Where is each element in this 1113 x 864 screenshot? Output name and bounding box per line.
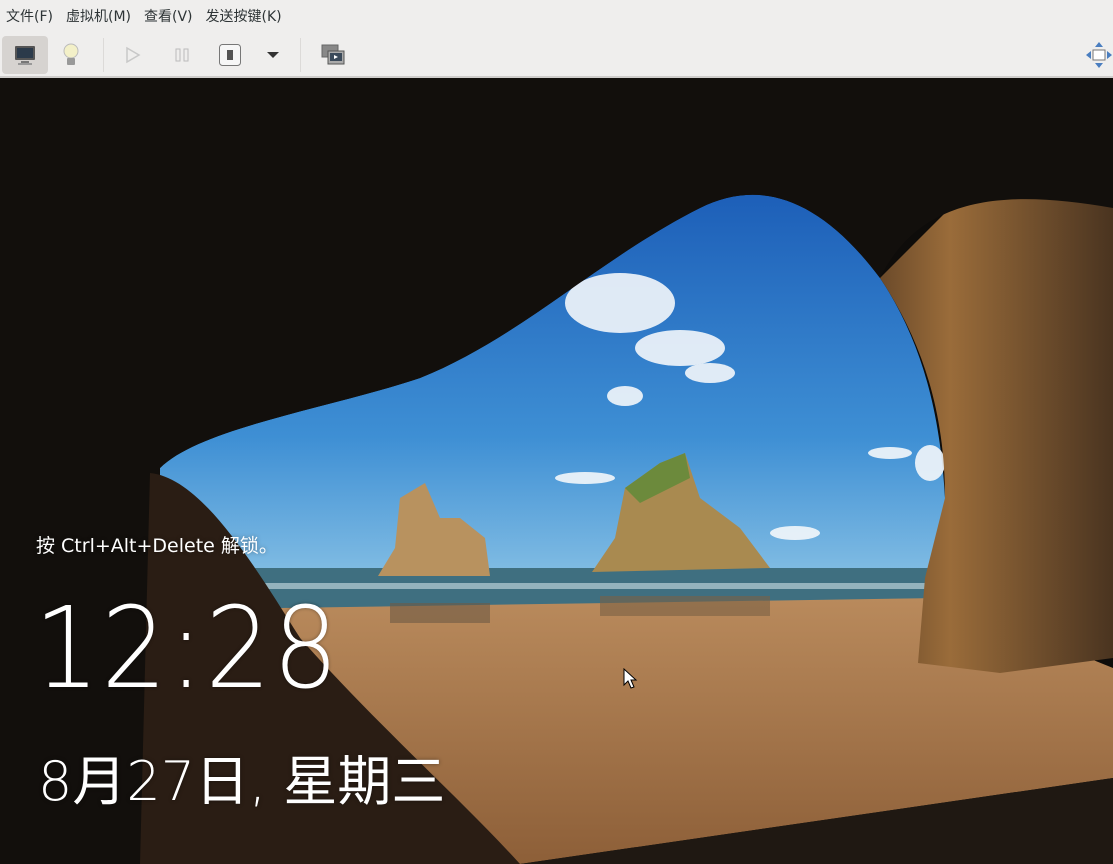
lightbulb-icon: [63, 43, 79, 65]
lockscreen-date: 8月27日, 星期三: [38, 750, 446, 813]
mouse-cursor-icon: [623, 668, 638, 689]
shutdown-button[interactable]: [207, 36, 253, 74]
toolbar-separator: [300, 38, 301, 72]
shutdown-menu-button[interactable]: [250, 36, 296, 74]
monitor-icon: [15, 46, 35, 65]
console-view-button[interactable]: [2, 36, 48, 74]
lockscreen-wallpaper: [0, 78, 1113, 864]
fullscreen-button[interactable]: [1076, 36, 1113, 74]
pause-icon: [175, 48, 189, 62]
menu-send-key[interactable]: 发送按键(K): [200, 6, 289, 26]
chevron-down-icon: [267, 52, 279, 58]
snapshots-button[interactable]: [310, 36, 356, 74]
menu-vm[interactable]: 虚拟机(M): [60, 6, 138, 26]
lockscreen-time: 12:28: [34, 584, 341, 714]
fullscreen-icon: [1086, 42, 1112, 68]
details-view-button[interactable]: [48, 36, 94, 74]
run-button[interactable]: [110, 36, 156, 74]
menu-bar: 文件(F) 虚拟机(M) 查看(V) 发送按键(K): [0, 0, 1113, 32]
toolbar-separator: [103, 38, 104, 72]
play-icon: [126, 46, 141, 64]
snapshots-icon: [321, 44, 345, 65]
vm-display[interactable]: 按 Ctrl+Alt+Delete 解锁。 12:28 8月27日, 星期三: [0, 78, 1113, 864]
power-switch-icon: [219, 44, 241, 66]
menu-view[interactable]: 查看(V): [138, 6, 200, 26]
unlock-hint: 按 Ctrl+Alt+Delete 解锁。: [36, 535, 278, 557]
toolbar: [0, 32, 1113, 78]
menu-file[interactable]: 文件(F): [0, 6, 60, 26]
pause-button[interactable]: [159, 36, 205, 74]
